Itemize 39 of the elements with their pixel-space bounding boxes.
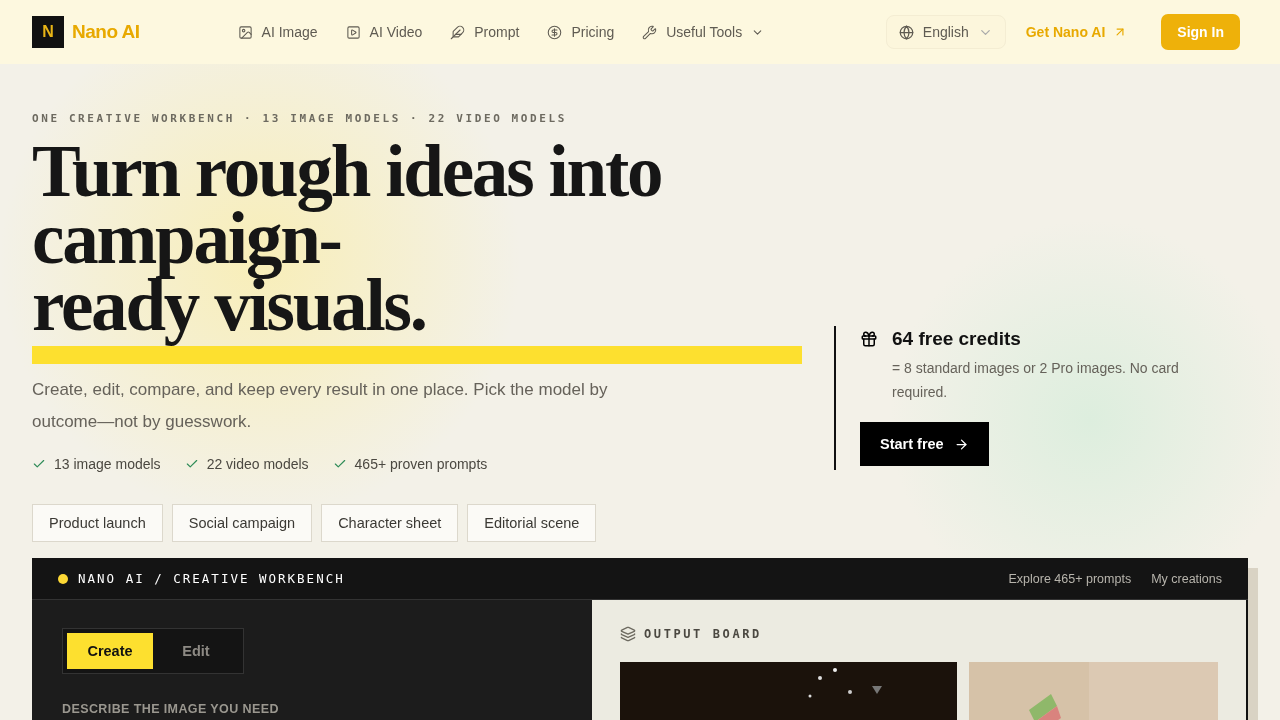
layers-icon xyxy=(620,626,636,642)
mode-tab[interactable]: Create xyxy=(67,633,153,669)
tools-icon xyxy=(642,24,658,40)
credits-note: = 8 standard images or 2 Pro images. No card required. xyxy=(892,359,1180,402)
workbench-link[interactable]: Explore 465+ prompts xyxy=(1008,571,1132,586)
check-icon xyxy=(32,457,46,471)
status-dot xyxy=(58,573,68,584)
nav-link[interactable]: AI Image xyxy=(237,24,318,40)
preset-chip[interactable]: Character sheet xyxy=(321,504,459,542)
check-icon xyxy=(184,457,199,471)
eyebrow-text: ONE CREATIVE WORKBENCH · 13 IMAGE MODELS · 22 VIDEO MODELS xyxy=(32,112,568,125)
credits-title: 64 free credits xyxy=(892,328,1021,350)
dollar-icon xyxy=(547,24,563,40)
nav-link[interactable]: Useful Tools xyxy=(642,24,765,40)
workbench-title: NANO AI / CREATIVE WORKBENCH xyxy=(78,571,345,586)
globe-icon xyxy=(898,24,914,40)
image-icon xyxy=(237,24,253,40)
play-icon xyxy=(345,24,361,40)
feature-text: 13 image models xyxy=(54,456,161,472)
preset-chip[interactable]: Social campaign xyxy=(171,504,313,542)
start-free-button[interactable]: Start free xyxy=(860,422,989,466)
language-select[interactable]: English xyxy=(885,15,1006,49)
preset-chip[interactable]: Editorial scene xyxy=(467,504,597,542)
feature-text: 22 video models xyxy=(206,456,309,472)
nav-link[interactable]: Prompt xyxy=(450,24,520,40)
nav-link[interactable]: Pricing xyxy=(547,24,615,40)
subtitle: Create, edit, compare, and keep every result in one place. Pick the model by outcome—not by guesswork. xyxy=(32,379,609,433)
board-title: OUTPUT BOARD xyxy=(644,627,762,641)
feather-icon xyxy=(450,24,466,40)
arrow-icon xyxy=(953,436,969,452)
logo-mark[interactable]: N xyxy=(32,16,64,48)
mode-tab[interactable]: Edit xyxy=(153,633,239,669)
check-icon xyxy=(332,457,347,471)
gift-icon xyxy=(860,330,878,348)
prompt-label: DESCRIBE THE IMAGE YOU NEED xyxy=(62,702,280,716)
nav-link[interactable]: AI Video xyxy=(345,24,423,40)
feature-text: 465+ proven prompts xyxy=(354,456,488,472)
workbench-link[interactable]: My creations xyxy=(1151,571,1222,586)
preset-chip[interactable]: Product launch xyxy=(32,504,163,542)
